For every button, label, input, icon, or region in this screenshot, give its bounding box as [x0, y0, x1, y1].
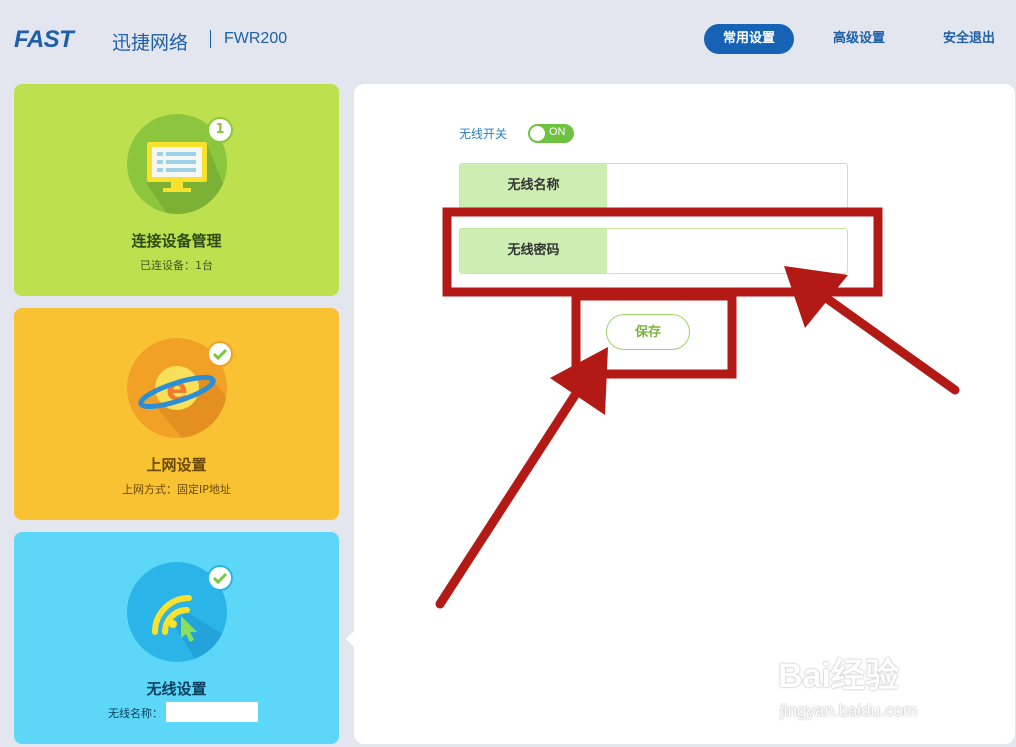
- annotation-overlay: [435, 207, 960, 609]
- watermark-url: jingyan.baidu.com: [780, 701, 918, 720]
- watermark-logo: Bai经验: [778, 657, 899, 695]
- arrow-line-save: [435, 370, 593, 609]
- arrow-line-password: [810, 285, 960, 395]
- arrow-head-password: [784, 266, 848, 328]
